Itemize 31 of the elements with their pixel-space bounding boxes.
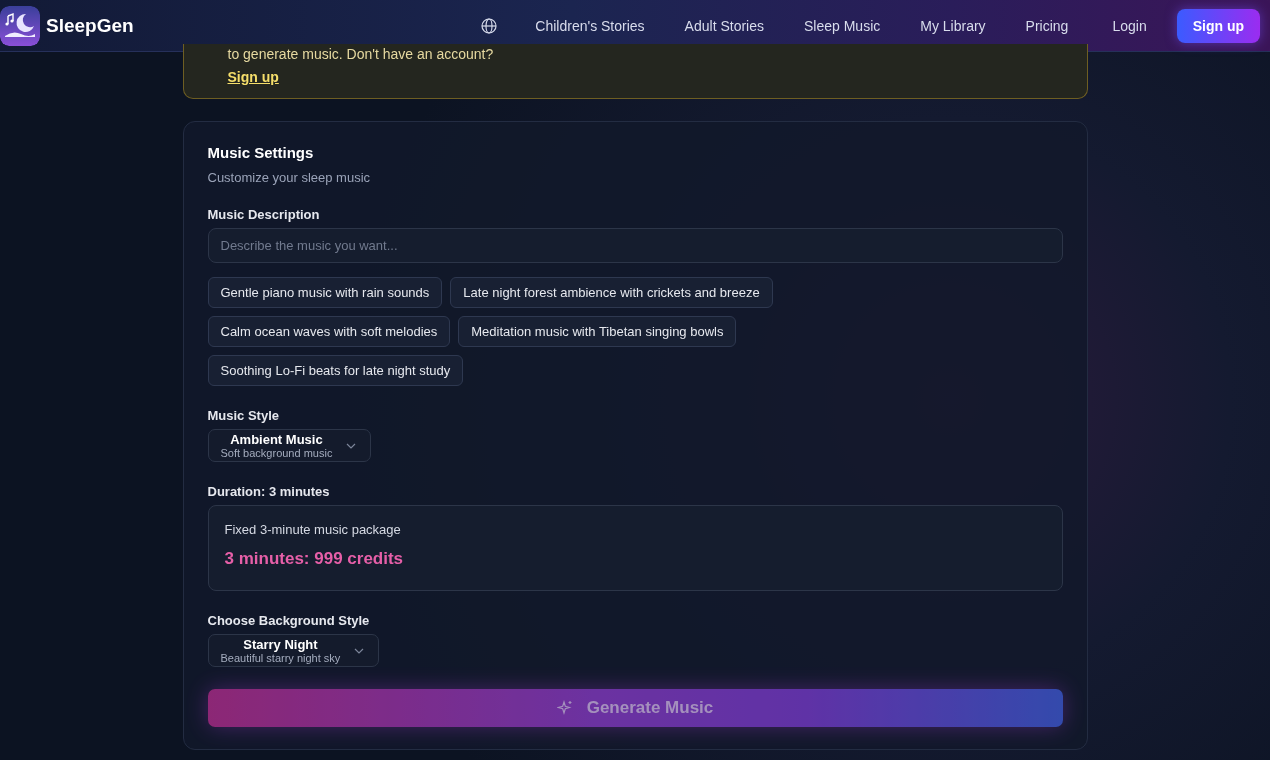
notice-text: to generate music. Don't have an account? [227, 45, 495, 64]
signup-link[interactable]: Sign up [227, 69, 279, 85]
suggestion-chip[interactable]: Calm ocean waves with soft melodies [207, 316, 451, 347]
sparkle-icon [556, 700, 573, 716]
suggestion-chip[interactable]: Meditation music with Tibetan singing bowls [458, 316, 737, 347]
suggestion-chip[interactable]: Soothing Lo-Fi beats for late night study [207, 355, 464, 386]
chevron-down-icon [354, 647, 365, 654]
globe-icon[interactable] [481, 17, 498, 34]
description-field[interactable]: Describe the music you want... [207, 228, 1063, 263]
chevron-down-icon [346, 442, 357, 449]
suggestion-chip[interactable]: Gentle piano music with rain sounds [207, 277, 443, 308]
nav-link[interactable]: Adult Stories [666, 11, 782, 40]
style-dropdown[interactable]: Ambient Music Soft background music [207, 429, 372, 462]
login-link[interactable]: Login [1094, 11, 1165, 40]
background-dropdown[interactable]: Starry Night Beautiful starry night sky [207, 634, 380, 667]
suggestion-chip[interactable]: Late night forest ambience with crickets and breeze [450, 277, 773, 308]
field-label: Choose Background Style [207, 613, 371, 628]
section-title: Music Settings [207, 144, 315, 161]
field-label: Duration: 3 minutes [207, 484, 331, 499]
field-label: Music Description [207, 207, 321, 222]
nav-link[interactable]: My Library [902, 11, 1004, 40]
nav-link[interactable]: Children's Stories [517, 11, 663, 40]
nav-link[interactable]: Pricing [1007, 11, 1087, 40]
signup-button[interactable]: Sign up [1176, 8, 1260, 43]
brand-name: SleepGen [46, 14, 134, 37]
logo-icon[interactable] [0, 5, 40, 46]
section-subtitle: Customize your sleep music [207, 170, 372, 185]
price-text: 3 minutes: 999 credits [224, 549, 405, 569]
field-label: Music Style [207, 408, 281, 423]
duration-note: Fixed 3-minute music package [224, 522, 402, 537]
nav-link[interactable]: Sleep Music [786, 11, 899, 40]
